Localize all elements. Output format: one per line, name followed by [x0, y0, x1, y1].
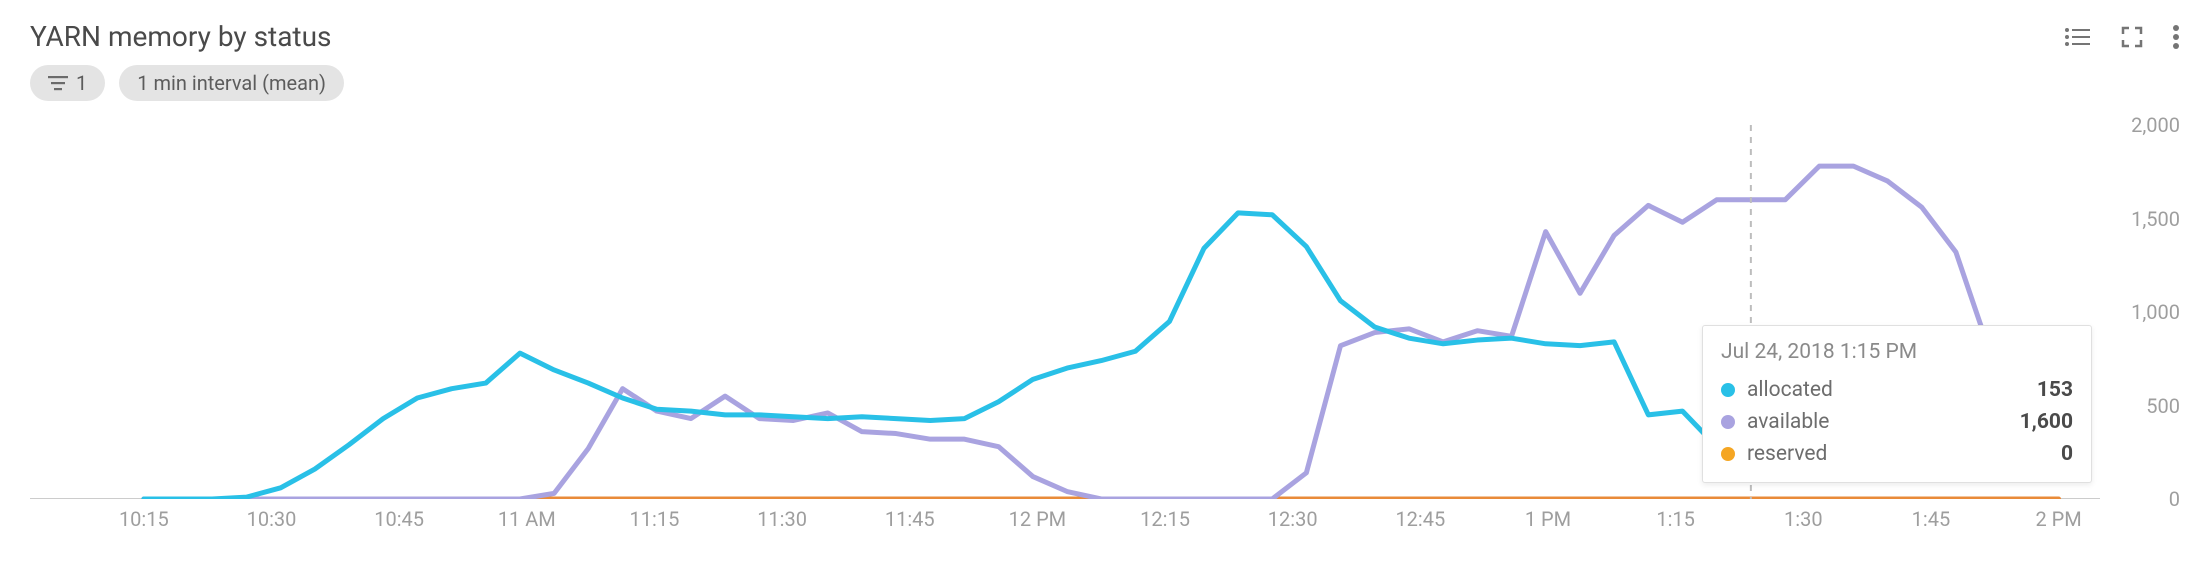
x-tick: 11:30 — [757, 507, 807, 531]
tooltip-row: allocated 153 — [1721, 374, 2073, 406]
y-tick: 1,500 — [2100, 207, 2180, 231]
x-tick: 12:45 — [1395, 507, 1445, 531]
series-value: 1,600 — [2020, 410, 2073, 434]
hover-tooltip: Jul 24, 2018 1:15 PM allocated 153 availab… — [1702, 325, 2092, 483]
series-value: 0 — [2061, 442, 2073, 466]
filter-icon — [48, 75, 68, 91]
more-icon[interactable] — [2172, 24, 2180, 50]
x-tick: 10:45 — [374, 507, 424, 531]
legend-icon[interactable] — [2064, 26, 2092, 48]
series-value: 153 — [2037, 378, 2073, 402]
series-swatch — [1721, 415, 1735, 429]
chart-header: YARN memory by status — [0, 0, 2210, 65]
y-tick: 2,000 — [2100, 113, 2180, 137]
x-tick: 1:15 — [1656, 507, 1695, 531]
chart-actions — [2064, 24, 2180, 50]
x-tick: 10:15 — [119, 507, 169, 531]
series-label: allocated — [1747, 378, 1833, 402]
x-tick: 12:15 — [1140, 507, 1190, 531]
chart-title: YARN memory by status — [30, 20, 331, 53]
series-label: available — [1747, 410, 1829, 434]
x-tick: 12 PM — [1009, 507, 1067, 531]
chart-area[interactable]: 05001,0001,5002,000 10:1510:3010:4511 AM… — [30, 125, 2180, 545]
x-tick: 1:30 — [1784, 507, 1823, 531]
x-tick: 1:45 — [1912, 507, 1951, 531]
tooltip-timestamp: Jul 24, 2018 1:15 PM — [1721, 340, 2073, 364]
x-tick: 1 PM — [1525, 507, 1571, 531]
x-axis: 10:15 10:30 10:45 11 AM 11:15 11:30 11:45 12 PM… — [30, 499, 2100, 545]
y-tick: 1,000 — [2100, 300, 2180, 324]
filter-chips-row: 1 1 min interval (mean) — [0, 65, 2210, 111]
series-swatch — [1721, 383, 1735, 397]
series-label: reserved — [1747, 442, 1827, 466]
x-tick: 11:45 — [885, 507, 935, 531]
x-tick: 11 AM — [498, 507, 556, 531]
interval-label: 1 min interval (mean) — [137, 71, 326, 95]
y-tick: 500 — [2100, 394, 2180, 418]
filter-chip[interactable]: 1 — [30, 65, 105, 101]
y-axis: 05001,0001,5002,000 — [2100, 125, 2180, 499]
x-tick: 2 PM — [2035, 507, 2081, 531]
y-tick: 0 — [2100, 487, 2180, 511]
x-tick: 11:15 — [630, 507, 680, 531]
tooltip-row: reserved 0 — [1721, 438, 2073, 470]
interval-chip[interactable]: 1 min interval (mean) — [119, 65, 344, 101]
fullscreen-icon[interactable] — [2120, 25, 2144, 49]
x-tick: 12:30 — [1268, 507, 1318, 531]
tooltip-row: available 1,600 — [1721, 406, 2073, 438]
x-tick: 10:30 — [247, 507, 297, 531]
series-swatch — [1721, 447, 1735, 461]
filter-count: 1 — [76, 71, 87, 95]
